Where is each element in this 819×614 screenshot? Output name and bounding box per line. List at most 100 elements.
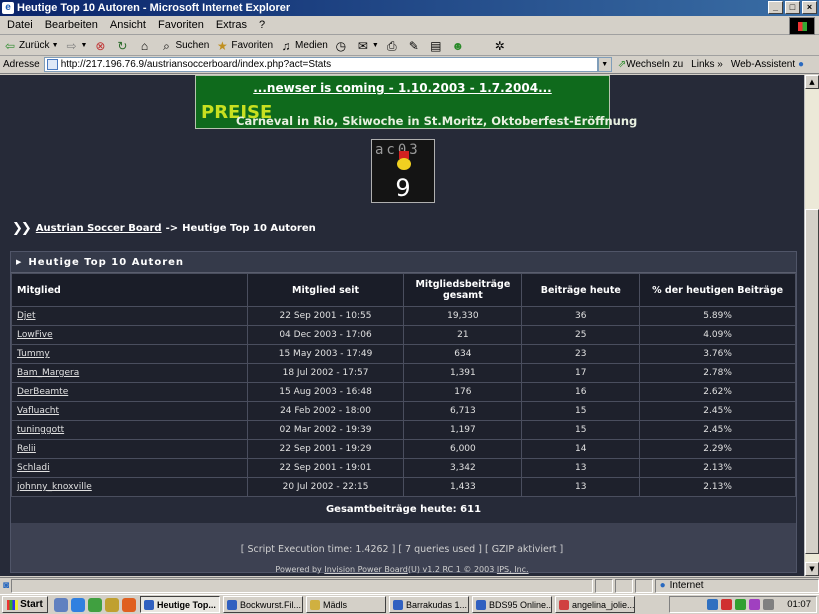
search-button[interactable]: ⌕ Suchen xyxy=(159,39,209,53)
discuss-button[interactable]: ▤ xyxy=(429,39,445,53)
menu-favorites[interactable]: Favoriten xyxy=(153,19,211,31)
start-button[interactable]: Start xyxy=(2,596,48,613)
address-input[interactable]: http://217.196.76.9/austriansoccerboard/… xyxy=(43,57,598,72)
menu-view[interactable]: Ansicht xyxy=(105,19,153,31)
breadcrumb-separator: -> xyxy=(165,223,179,234)
back-label: Zurück xyxy=(19,40,50,51)
security-zone: ● Internet xyxy=(654,578,819,593)
col-header-member: Mitglied xyxy=(11,273,248,307)
status-page-icon: ◙ xyxy=(3,580,10,591)
task-top-autoren[interactable]: Heutige Top... xyxy=(140,596,220,613)
refresh-icon: ↻ xyxy=(117,38,128,53)
volume-icon[interactable] xyxy=(763,599,775,610)
extension-button[interactable]: ✲ xyxy=(493,39,509,53)
clock[interactable]: 01:07 xyxy=(787,599,811,610)
ips-link[interactable]: IPS, Inc. xyxy=(497,565,529,574)
tray-icon-1[interactable] xyxy=(707,599,719,610)
print-button[interactable]: ⎙ xyxy=(385,39,401,53)
member-link[interactable]: DerBeamte xyxy=(17,387,68,397)
history-button[interactable]: ◷ xyxy=(334,39,350,53)
favorites-button[interactable]: ★ Favoriten xyxy=(215,39,273,53)
logo-tag: ac03 xyxy=(375,142,421,158)
member-link[interactable]: Relii xyxy=(17,444,36,454)
task-maedls[interactable]: Mädls xyxy=(306,596,386,613)
folder-task-icon xyxy=(310,599,320,610)
task-angelina[interactable]: angelina_jolie... xyxy=(555,596,635,613)
messenger-quick-icon[interactable] xyxy=(122,597,136,612)
status-bar: ◙ ● Internet xyxy=(0,577,819,593)
triangle-icon: ▶ xyxy=(16,258,23,266)
member-link[interactable]: Vafluacht xyxy=(17,406,59,416)
stop-button[interactable]: ⊗ xyxy=(93,39,109,53)
media-player-icon[interactable] xyxy=(88,597,102,612)
member-link[interactable]: Tummy xyxy=(17,349,50,359)
menu-help[interactable]: ? xyxy=(254,19,272,31)
mail-button[interactable]: ✉ ▼ xyxy=(356,39,379,53)
task-barrakudas[interactable]: Barrakudas 1... xyxy=(389,596,469,613)
tray-icon-4[interactable] xyxy=(749,599,761,610)
cell-member-name: DerBeamte xyxy=(11,382,248,402)
minimize-button[interactable]: _ xyxy=(768,1,783,14)
favorites-icon: ★ xyxy=(216,38,228,53)
back-button[interactable]: ⇦ Zurück ▼ xyxy=(3,39,59,53)
home-icon: ⌂ xyxy=(140,38,149,53)
cell-member-name: tuninggott xyxy=(11,420,248,440)
cell-total-posts: 1,433 xyxy=(403,477,523,497)
cell-percent-today: 2.13% xyxy=(639,477,796,497)
tray-icon-3[interactable] xyxy=(735,599,747,610)
newser-banner[interactable]: ...newser is coming - 1.10.2003 - 1.7.20… xyxy=(195,75,637,129)
links-button[interactable]: Links » xyxy=(691,59,723,70)
cell-member-name: Vafluacht xyxy=(11,401,248,421)
task-bds95[interactable]: BDS95 Online... xyxy=(472,596,552,613)
search-icon: ⌕ xyxy=(163,38,170,53)
close-button[interactable]: × xyxy=(802,1,817,14)
cell-member-since: 15 May 2003 - 17:49 xyxy=(246,344,405,364)
member-link[interactable]: tuninggott xyxy=(17,425,64,435)
refresh-button[interactable]: ↻ xyxy=(115,39,131,53)
table-row: johnny_knoxville 20 Jul 2002 - 22:15 1,433… xyxy=(11,477,796,497)
edit-button[interactable]: ✎ xyxy=(407,39,423,53)
board-logo[interactable]: ac03 9 xyxy=(371,139,435,203)
messenger-button[interactable]: ☻ xyxy=(451,39,467,53)
menu-tools[interactable]: Extras xyxy=(211,19,254,31)
member-link[interactable]: Djet xyxy=(17,311,36,321)
task-bockwurst[interactable]: Bockwurst.Fil... xyxy=(223,596,303,613)
home-button[interactable]: ⌂ xyxy=(137,39,153,53)
desktop-icon[interactable] xyxy=(54,597,68,612)
col-header-member-since: Mitglied seit xyxy=(246,273,405,307)
go-arrow-icon: ⇗ xyxy=(617,59,627,70)
breadcrumb-board-link[interactable]: Austrian Soccer Board xyxy=(36,223,162,234)
menu-edit[interactable]: Bearbeiten xyxy=(40,19,105,31)
member-link[interactable]: LowFive xyxy=(17,330,53,340)
col-header-posts-today: Beiträge heute xyxy=(521,273,641,307)
scroll-thumb[interactable] xyxy=(805,209,819,554)
cell-member-name: Relii xyxy=(11,439,248,459)
member-link[interactable]: Schladi xyxy=(17,463,50,473)
tray-icon-2[interactable] xyxy=(721,599,733,610)
media-button[interactable]: ♫ Medien xyxy=(279,39,328,53)
address-dropdown[interactable]: ▼ xyxy=(597,57,612,72)
forward-button[interactable]: ⇨ ▼ xyxy=(65,39,87,53)
cell-member-since: 22 Sep 2001 - 10:55 xyxy=(246,306,405,326)
web-assistant-button[interactable]: Web-Assistent ● xyxy=(731,59,804,70)
scroll-up-button[interactable]: ▲ xyxy=(805,75,819,89)
scroll-down-button[interactable]: ▼ xyxy=(805,562,819,576)
vertical-scrollbar[interactable]: ▲ ▼ xyxy=(804,75,819,576)
start-label: Start xyxy=(20,599,43,610)
cell-total-posts: 19,330 xyxy=(403,306,523,326)
member-link[interactable]: Bam_Margera xyxy=(17,368,79,378)
ipb-link[interactable]: Invision Power Board xyxy=(324,565,408,574)
member-link[interactable]: johnny_knoxville xyxy=(17,482,92,492)
table-header-row: Mitglied Mitglied seit Mitgliedsbeiträge… xyxy=(11,273,796,307)
go-button[interactable]: ⇗Wechseln zu xyxy=(618,59,683,70)
discuss-icon: ▤ xyxy=(430,38,442,53)
quick-launch xyxy=(54,597,136,612)
cell-percent-today: 2.62% xyxy=(639,382,796,402)
zone-label: Internet xyxy=(669,580,704,591)
task-label: Barrakudas 1... xyxy=(406,599,468,610)
ie-quick-icon[interactable] xyxy=(71,597,85,612)
menu-bar: Datei Bearbeiten Ansicht Favoriten Extra… xyxy=(0,16,819,35)
outlook-icon[interactable] xyxy=(105,597,119,612)
menu-file[interactable]: Datei xyxy=(2,19,40,31)
maximize-button[interactable]: □ xyxy=(785,1,800,14)
